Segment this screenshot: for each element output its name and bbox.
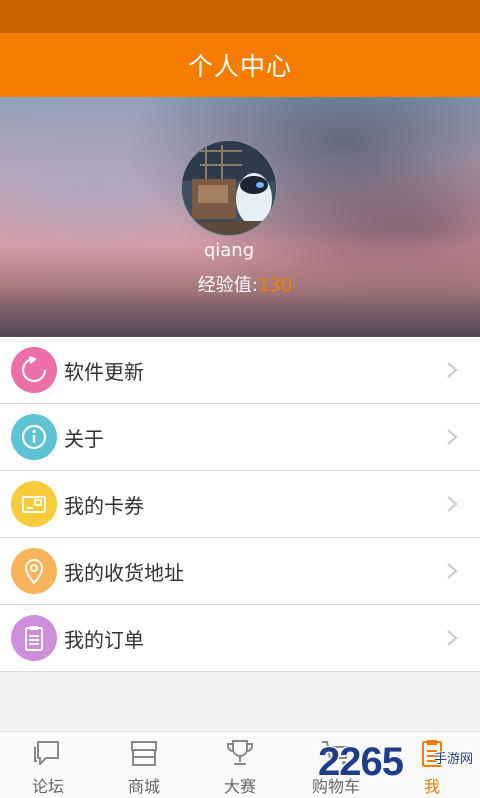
tab-contest[interactable]: 大赛 [192,732,288,798]
card-icon [11,481,57,527]
menu-item-label: 我的收货地址 [64,560,184,585]
tab-label: 商城 [127,777,160,796]
experience-row: 经验值:130 [0,271,480,297]
clipboard-icon [11,615,57,661]
profile-header: qiang 经验值:130 [0,97,480,337]
chevron-right-icon [447,429,458,445]
username: qiang [203,240,255,261]
tab-label: 购物车 [311,777,360,796]
refresh-icon [11,347,57,393]
tab-label: 论坛 [31,777,64,796]
avatar-image [182,141,276,235]
title-bar: 个人中心 [0,33,480,97]
clipboard-icon [422,740,442,767]
tab-label: 大赛 [223,777,256,796]
chevron-right-icon [447,563,458,579]
menu-list: 软件更新 关于 我的卡券 我的收货地址 我的订单 [0,337,480,672]
experience-value: 130 [257,275,293,296]
tab-me[interactable]: 我 [384,732,480,798]
trophy-icon [227,740,253,765]
tab-cart[interactable]: 购物车 [288,732,384,798]
menu-item-my-coupons[interactable]: 我的卡券 [0,471,480,538]
chevron-right-icon [447,496,458,512]
bottom-tab-bar: 论坛 商城 大赛 购物车 我 [0,731,480,798]
menu-item-label: 关于 [64,426,104,451]
tab-forum[interactable]: 论坛 [0,732,96,798]
tab-store[interactable]: 商城 [96,732,192,798]
location-pin-icon [11,548,57,594]
page-title: 个人中心 [187,52,292,81]
chat-bubble-icon [34,741,59,765]
menu-item-label: 软件更新 [64,359,144,384]
tab-label: 我 [423,777,440,796]
status-bar [0,0,480,33]
cart-icon [322,741,350,765]
experience-label: 经验值: [197,275,258,296]
avatar[interactable] [181,140,277,236]
store-icon [131,741,157,766]
menu-item-shipping-address[interactable]: 我的收货地址 [0,538,480,605]
chevron-right-icon [447,630,458,646]
menu-item-about[interactable]: 关于 [0,404,480,471]
menu-item-my-orders[interactable]: 我的订单 [0,605,480,672]
menu-item-software-update[interactable]: 软件更新 [0,337,480,404]
info-icon [11,414,57,460]
menu-item-label: 我的订单 [64,627,144,652]
chevron-right-icon [447,362,458,378]
menu-item-label: 我的卡券 [64,493,144,518]
